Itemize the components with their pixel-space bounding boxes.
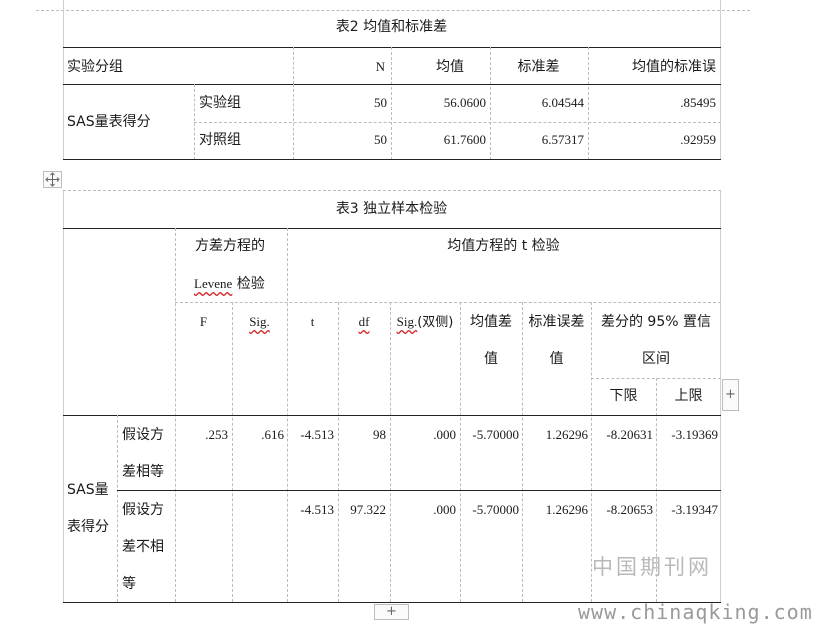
table2-row-label: SAS量表得分 — [67, 114, 151, 130]
table2-right-border — [720, 0, 721, 160]
table3-row-1-upper: -3.19369 — [671, 427, 718, 442]
table3-header-ci-2: 区间 — [642, 351, 670, 367]
table3-header-t: t — [310, 314, 315, 329]
table2-top-rule — [63, 47, 721, 48]
table3-row-2-upper: -3.19347 — [671, 502, 718, 517]
table3-ttest-header: 均值方程的 t 检验 — [447, 238, 560, 254]
table3-row-2-lower: -8.20653 — [606, 502, 653, 517]
table3-header-rule — [63, 415, 721, 416]
table3-row-1-sig2: .000 — [433, 427, 456, 442]
table2-row-1-sd: 6.04544 — [541, 95, 584, 110]
table2-row-1-n: 50 — [374, 95, 387, 110]
table3-ci-sep — [591, 378, 721, 379]
table3-col-sep — [460, 302, 461, 602]
table3-header-sig2: Sig.(双侧) — [390, 314, 460, 331]
table3-col-sep — [390, 302, 391, 602]
table3-top-rule — [63, 228, 721, 229]
table2-row-sep — [194, 122, 721, 123]
table3-row-1-t: -4.513 — [300, 427, 334, 442]
add-column-button[interactable]: + — [722, 379, 739, 411]
move-icon — [45, 172, 60, 187]
table2-header-mean: 均值 — [436, 59, 464, 75]
page-guide-line — [36, 10, 750, 11]
sig2-rest: (双侧) — [417, 315, 454, 330]
table2-row-1-mean: 56.0600 — [443, 95, 486, 110]
table3-row-2-se-diff: 1.26296 — [545, 502, 588, 517]
sig2-word: Sig. — [396, 314, 418, 329]
table2-header-group: 实验分组 — [67, 59, 123, 75]
table3-row-2-label-2: 差不相 — [122, 539, 164, 555]
table2-header-se: 均值的标准误 — [632, 59, 716, 75]
table3-col-sep — [117, 415, 118, 602]
table3-row-1-label-2: 差相等 — [122, 464, 164, 480]
table3-row-1-sig: .616 — [261, 427, 284, 442]
table3-header-mean-diff-2: 值 — [484, 351, 498, 367]
table3-row-2-t: -4.513 — [300, 502, 334, 517]
table3-levene-header-line1: 方差方程的 — [195, 238, 265, 254]
table3-row-2-label-1: 假设方 — [122, 502, 164, 518]
table3-left-border — [63, 190, 64, 602]
watermark-url: www.chinaqking.com — [578, 600, 813, 624]
table2-header-n: N — [375, 59, 385, 74]
table3-levene-header-line2: Levene 检验 — [194, 276, 265, 293]
table3-row-1-label-1: 假设方 — [122, 427, 164, 443]
table3-row-1-lower: -8.20631 — [606, 427, 653, 442]
table2-caption: 表2 均值和标准差 — [335, 19, 448, 35]
table3-row-1-df: 98 — [373, 427, 386, 442]
table3-row-sep — [117, 490, 721, 491]
table3-col-sep — [232, 302, 233, 602]
table2-row-2-mean: 61.7600 — [443, 132, 486, 147]
watermark-cn: 中国期刊网 — [592, 555, 712, 579]
table3-header-se-diff-1: 标准误差 — [528, 314, 585, 330]
add-row-button[interactable]: + — [374, 604, 409, 620]
levene-word: Levene — [194, 276, 233, 291]
table3-header-se-diff-2: 值 — [549, 351, 564, 367]
table3-row-1-se-diff: 1.26296 — [545, 427, 588, 442]
table3-row-1-mean-diff: -5.70000 — [472, 427, 519, 442]
table3-header-lower: 下限 — [609, 388, 638, 404]
table3-header-ci-1: 差分的 95% 置信 — [600, 314, 712, 330]
table-move-handle[interactable] — [43, 171, 62, 188]
table3-top-guide — [63, 190, 721, 191]
table3-header-sep — [175, 302, 721, 303]
table3-row-2-sig2: .000 — [433, 502, 456, 517]
table3-row-label-line2: 表得分 — [67, 519, 109, 535]
table3-row-label-line1: SAS量 — [67, 482, 109, 498]
table3-caption: 表3 独立样本检验 — [335, 201, 448, 217]
table2-row-1-label: 实验组 — [199, 95, 241, 111]
table2-header-sd: 标准差 — [517, 59, 560, 75]
table3-header-sig: Sig. — [249, 314, 270, 329]
table2-row-2-sd: 6.57317 — [541, 132, 584, 147]
table2-header-rule — [63, 84, 721, 85]
table2-row-1-se: .85495 — [680, 95, 716, 110]
table3-col-sep — [522, 302, 523, 602]
table3-col-sep — [338, 302, 339, 602]
table2-row-2-label: 对照组 — [199, 132, 241, 148]
table3-header-f: F — [199, 314, 208, 329]
levene-rest: 检验 — [232, 276, 265, 292]
table3-header-upper: 上限 — [674, 388, 703, 404]
table3-header-df: df — [358, 314, 370, 329]
table3-row-2-mean-diff: -5.70000 — [472, 502, 519, 517]
table2-bottom-rule — [63, 159, 721, 160]
table2-col-sep — [293, 47, 294, 84]
table3-row-2-label-3: 等 — [122, 576, 136, 592]
table2-row-2-se: .92959 — [680, 132, 716, 147]
table3-row-2-df: 97.322 — [350, 502, 386, 517]
table3-row-1-f: .253 — [205, 427, 228, 442]
table3-header-mean-diff-1: 均值差 — [470, 314, 512, 330]
table2-row-2-n: 50 — [374, 132, 387, 147]
